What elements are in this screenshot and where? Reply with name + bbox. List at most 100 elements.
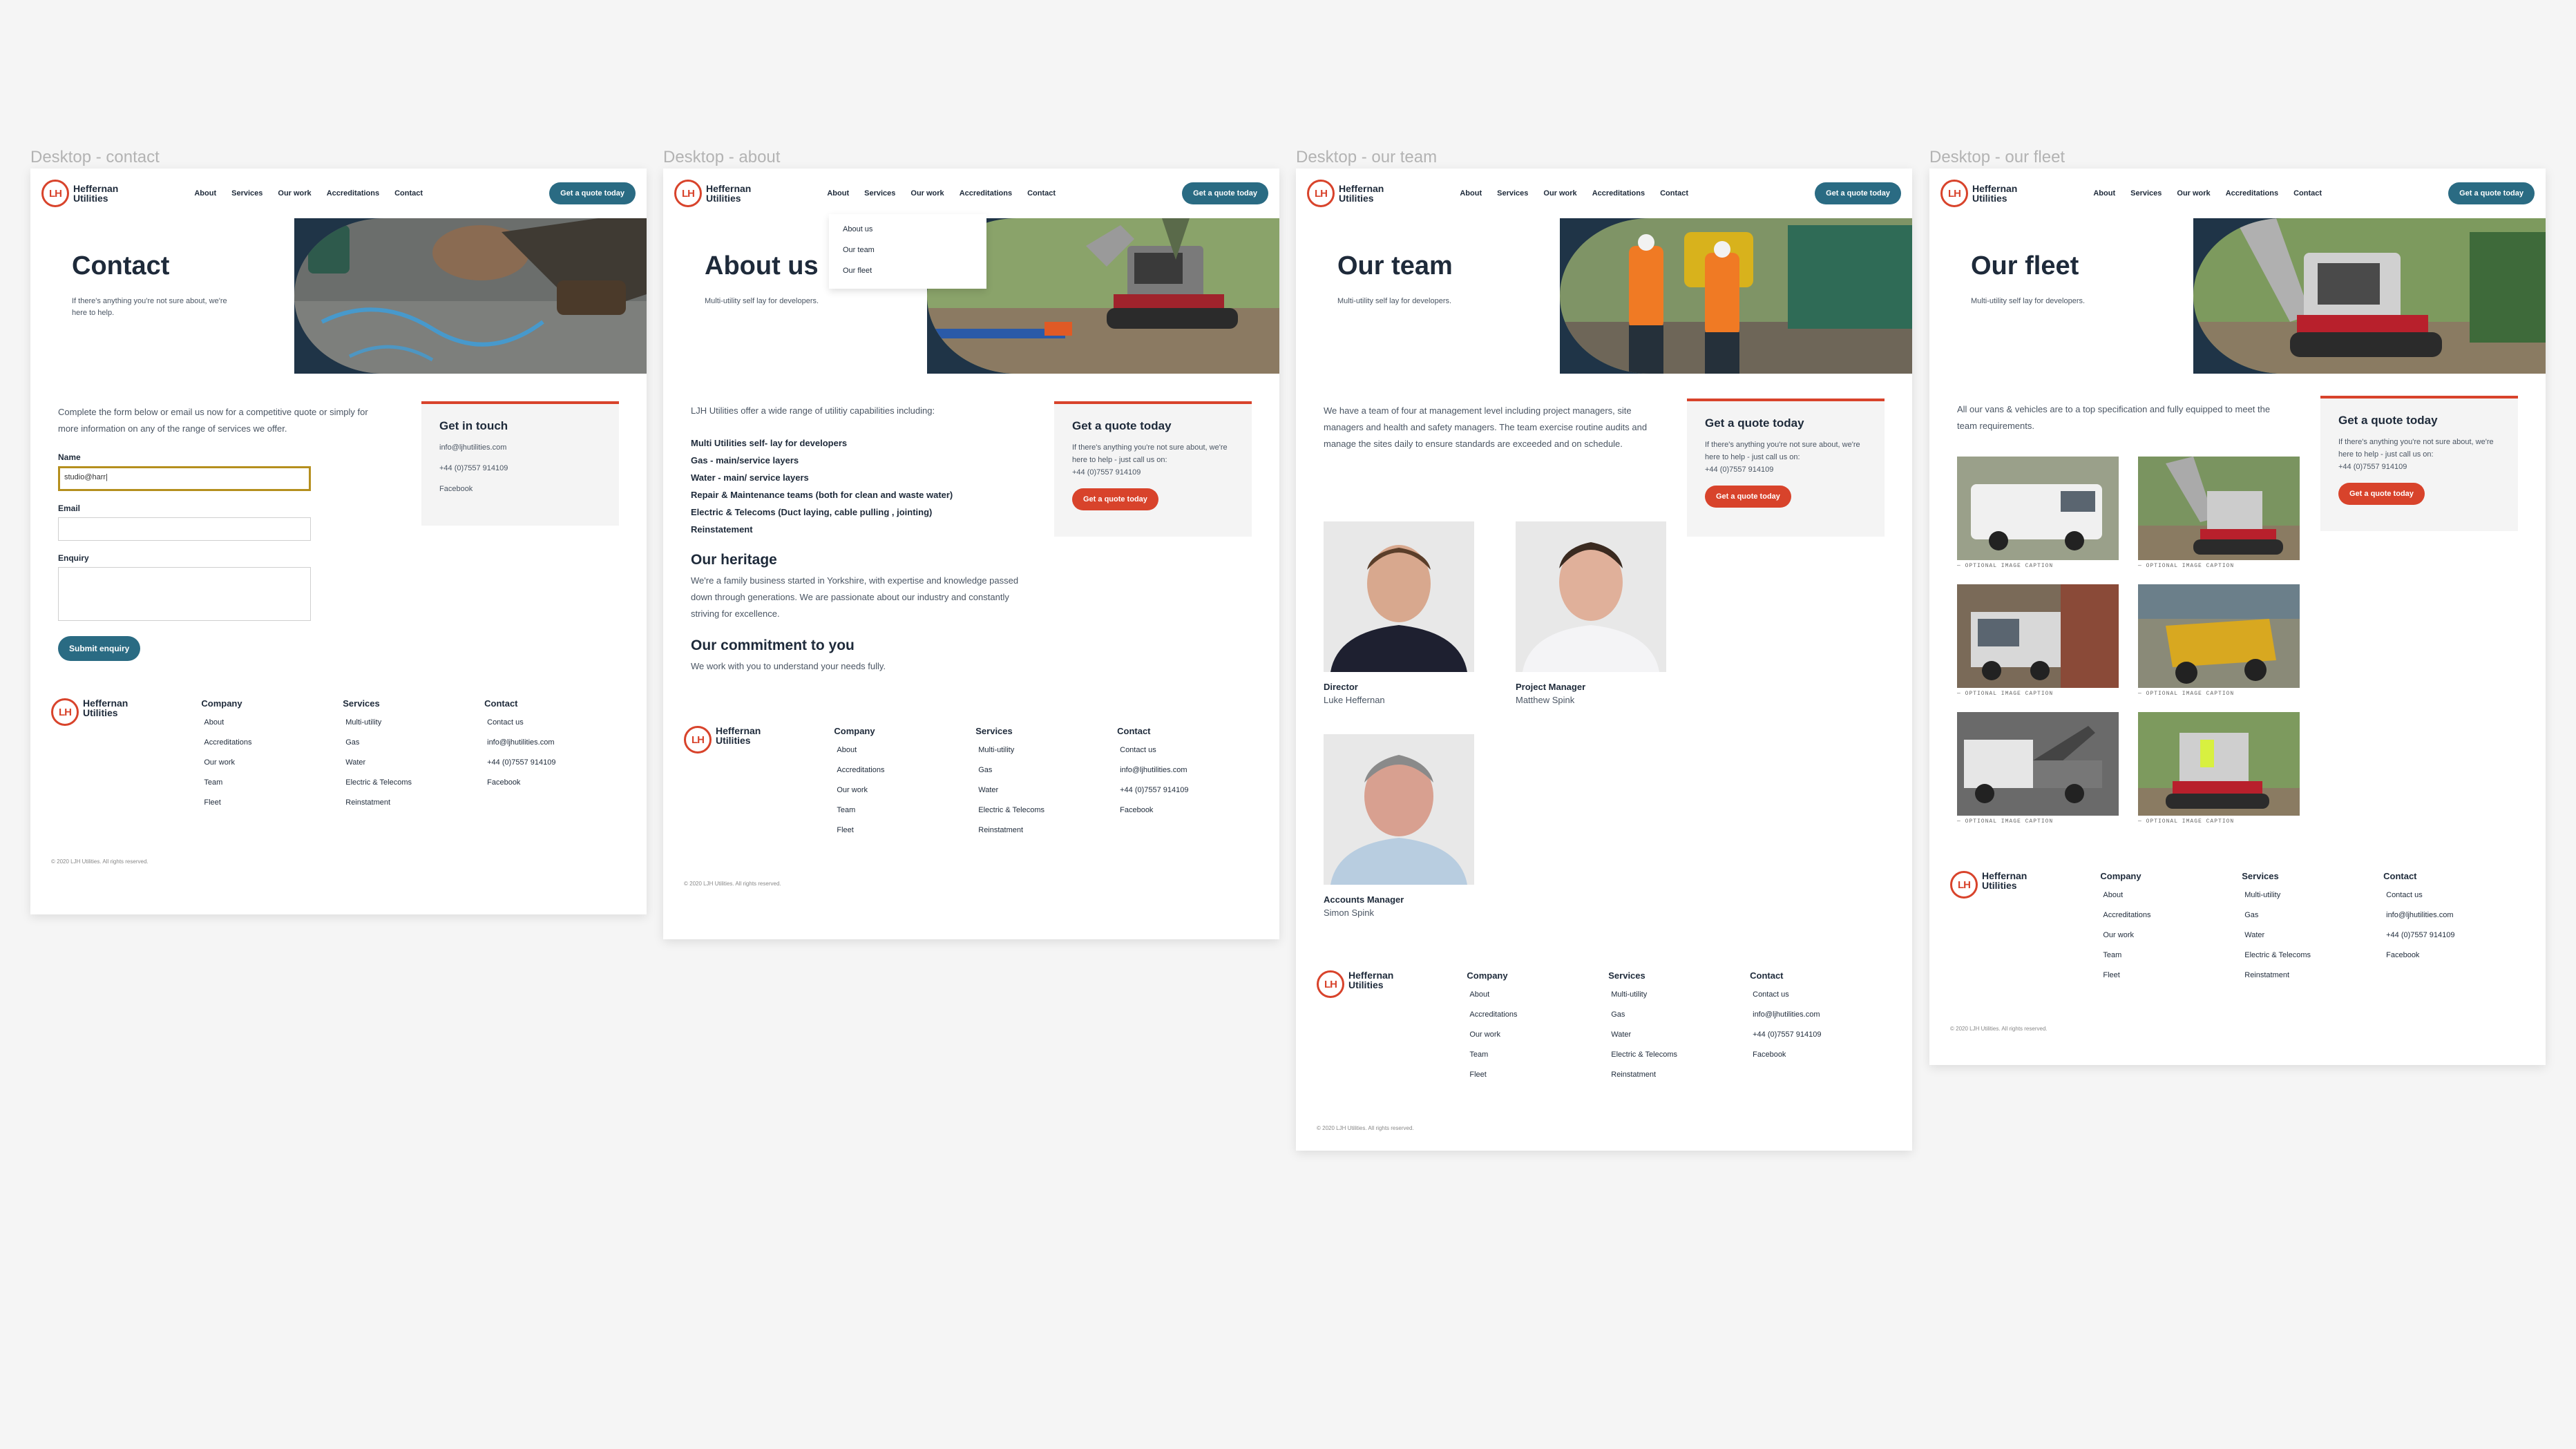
footer-link[interactable]: Electric & Telecoms	[975, 806, 1117, 814]
card-email[interactable]: info@ljhutilities.com	[439, 441, 601, 454]
footer-link[interactable]: Accreditations	[2100, 911, 2242, 919]
footer-link[interactable]: Electric & Telecoms	[343, 778, 484, 787]
card-quote-button[interactable]: Get a quote today	[1072, 488, 1158, 510]
nav-our-work[interactable]: Our work	[910, 189, 944, 198]
nav-our-work[interactable]: Our work	[1543, 189, 1576, 198]
footer-link[interactable]: Contact us	[484, 718, 626, 727]
footer-link[interactable]: info@ljhutilities.com	[484, 738, 626, 747]
footer-link[interactable]: Gas	[2242, 911, 2383, 919]
footer-link[interactable]: Facebook	[484, 778, 626, 787]
footer-link[interactable]: Contact us	[1117, 746, 1259, 754]
footer-link[interactable]: Multi-utility	[1608, 990, 1750, 999]
footer-link[interactable]: +44 (0)7557 914109	[1750, 1030, 1891, 1039]
submit-enquiry-button[interactable]: Submit enquiry	[58, 636, 141, 661]
footer-link[interactable]: Team	[201, 778, 343, 787]
footer-logo[interactable]: LH Heffernan Utilities	[1317, 970, 1467, 1091]
card-phone[interactable]: +44 (0)7557 914109	[1705, 463, 1867, 476]
footer-link[interactable]: Contact us	[2383, 891, 2525, 899]
footer-link[interactable]: Reinstatment	[2242, 971, 2383, 979]
footer-link[interactable]: Water	[2242, 931, 2383, 939]
footer-link[interactable]: Team	[2100, 951, 2242, 959]
footer-link[interactable]: Fleet	[1467, 1071, 1608, 1079]
footer-link[interactable]: Gas	[343, 738, 484, 747]
footer-link[interactable]: Multi-utility	[975, 746, 1117, 754]
footer-link[interactable]: Fleet	[834, 826, 975, 834]
footer-link[interactable]: Gas	[975, 766, 1117, 774]
dropdown-item-our-team[interactable]: Our team	[843, 240, 973, 261]
footer-link[interactable]: Reinstatment	[975, 826, 1117, 834]
footer-link[interactable]: Our work	[201, 758, 343, 767]
nav-our-work[interactable]: Our work	[278, 189, 311, 198]
footer-link[interactable]: Fleet	[201, 798, 343, 807]
footer-link[interactable]: Contact us	[1750, 990, 1891, 999]
footer-link[interactable]: Facebook	[1750, 1050, 1891, 1059]
nav-services[interactable]: Services	[864, 189, 895, 198]
nav-accreditations[interactable]: Accreditations	[327, 189, 379, 198]
footer-link[interactable]: Our work	[834, 786, 975, 794]
footer-link[interactable]: Reinstatment	[1608, 1071, 1750, 1079]
name-input[interactable]: studio@harr|	[58, 466, 311, 491]
nav-about[interactable]: About	[1460, 189, 1482, 198]
footer-link[interactable]: +44 (0)7557 914109	[2383, 931, 2525, 939]
footer-link[interactable]: Accreditations	[834, 766, 975, 774]
footer-link[interactable]: Multi-utility	[343, 718, 484, 727]
footer-link[interactable]: Facebook	[2383, 951, 2525, 959]
email-input[interactable]	[58, 517, 311, 541]
nav-contact[interactable]: Contact	[2293, 189, 2322, 198]
logo[interactable]: LH Heffernan Utilities	[674, 180, 751, 207]
footer-link[interactable]: info@ljhutilities.com	[2383, 911, 2525, 919]
footer-logo[interactable]: LH Heffernan Utilities	[684, 726, 834, 846]
nav-about[interactable]: About	[2093, 189, 2115, 198]
footer-link[interactable]: Gas	[1608, 1010, 1750, 1019]
footer-link[interactable]: Facebook	[1117, 806, 1259, 814]
logo[interactable]: LH Heffernan Utilities	[1940, 180, 2017, 207]
nav-accreditations[interactable]: Accreditations	[2226, 189, 2278, 198]
nav-about[interactable]: About	[827, 189, 849, 198]
footer-link[interactable]: Electric & Telecoms	[2242, 951, 2383, 959]
nav-services[interactable]: Services	[231, 189, 263, 198]
logo[interactable]: LH Heffernan Utilities	[1307, 180, 1384, 207]
dropdown-item-about-us[interactable]: About us	[843, 221, 973, 240]
footer-link[interactable]: Our work	[2100, 931, 2242, 939]
quote-button[interactable]: Get a quote today	[2448, 182, 2535, 204]
footer-link[interactable]: Team	[1467, 1050, 1608, 1059]
footer-link[interactable]: Water	[343, 758, 484, 767]
footer-link[interactable]: Accreditations	[1467, 1010, 1608, 1019]
quote-button[interactable]: Get a quote today	[549, 182, 636, 204]
footer-link[interactable]: Our work	[1467, 1030, 1608, 1039]
card-phone[interactable]: +44 (0)7557 914109	[1072, 466, 1234, 479]
footer-link[interactable]: Fleet	[2100, 971, 2242, 979]
enquiry-textarea[interactable]	[58, 567, 311, 621]
footer-logo[interactable]: LH Heffernan Utilities	[51, 698, 201, 818]
nav-services[interactable]: Services	[1497, 189, 1528, 198]
footer-link[interactable]: Accreditations	[201, 738, 343, 747]
footer-link[interactable]: Electric & Telecoms	[1608, 1050, 1750, 1059]
quote-button[interactable]: Get a quote today	[1182, 182, 1268, 204]
footer-link[interactable]: +44 (0)7557 914109	[484, 758, 626, 767]
footer-link[interactable]: +44 (0)7557 914109	[1117, 786, 1259, 794]
card-quote-button[interactable]: Get a quote today	[1705, 486, 1791, 508]
footer-link[interactable]: Team	[834, 806, 975, 814]
footer-link[interactable]: Multi-utility	[2242, 891, 2383, 899]
footer-link[interactable]: Water	[1608, 1030, 1750, 1039]
footer-link[interactable]: Reinstatment	[343, 798, 484, 807]
nav-about[interactable]: About	[194, 189, 216, 198]
footer-link[interactable]: info@ljhutilities.com	[1750, 1010, 1891, 1019]
nav-accreditations[interactable]: Accreditations	[1592, 189, 1645, 198]
nav-services[interactable]: Services	[2130, 189, 2162, 198]
card-phone[interactable]: +44 (0)7557 914109	[2338, 461, 2500, 473]
nav-contact[interactable]: Contact	[1027, 189, 1056, 198]
footer-link[interactable]: info@ljhutilities.com	[1117, 766, 1259, 774]
card-phone[interactable]: +44 (0)7557 914109	[439, 462, 601, 474]
card-quote-button[interactable]: Get a quote today	[2338, 483, 2425, 505]
nav-our-work[interactable]: Our work	[2177, 189, 2210, 198]
quote-button[interactable]: Get a quote today	[1815, 182, 1901, 204]
footer-link[interactable]: About	[2100, 891, 2242, 899]
logo[interactable]: LH Heffernan Utilities	[41, 180, 118, 207]
footer-link[interactable]: Water	[975, 786, 1117, 794]
nav-contact[interactable]: Contact	[394, 189, 423, 198]
footer-link[interactable]: About	[834, 746, 975, 754]
nav-contact[interactable]: Contact	[1660, 189, 1688, 198]
footer-link[interactable]: About	[1467, 990, 1608, 999]
footer-link[interactable]: About	[201, 718, 343, 727]
